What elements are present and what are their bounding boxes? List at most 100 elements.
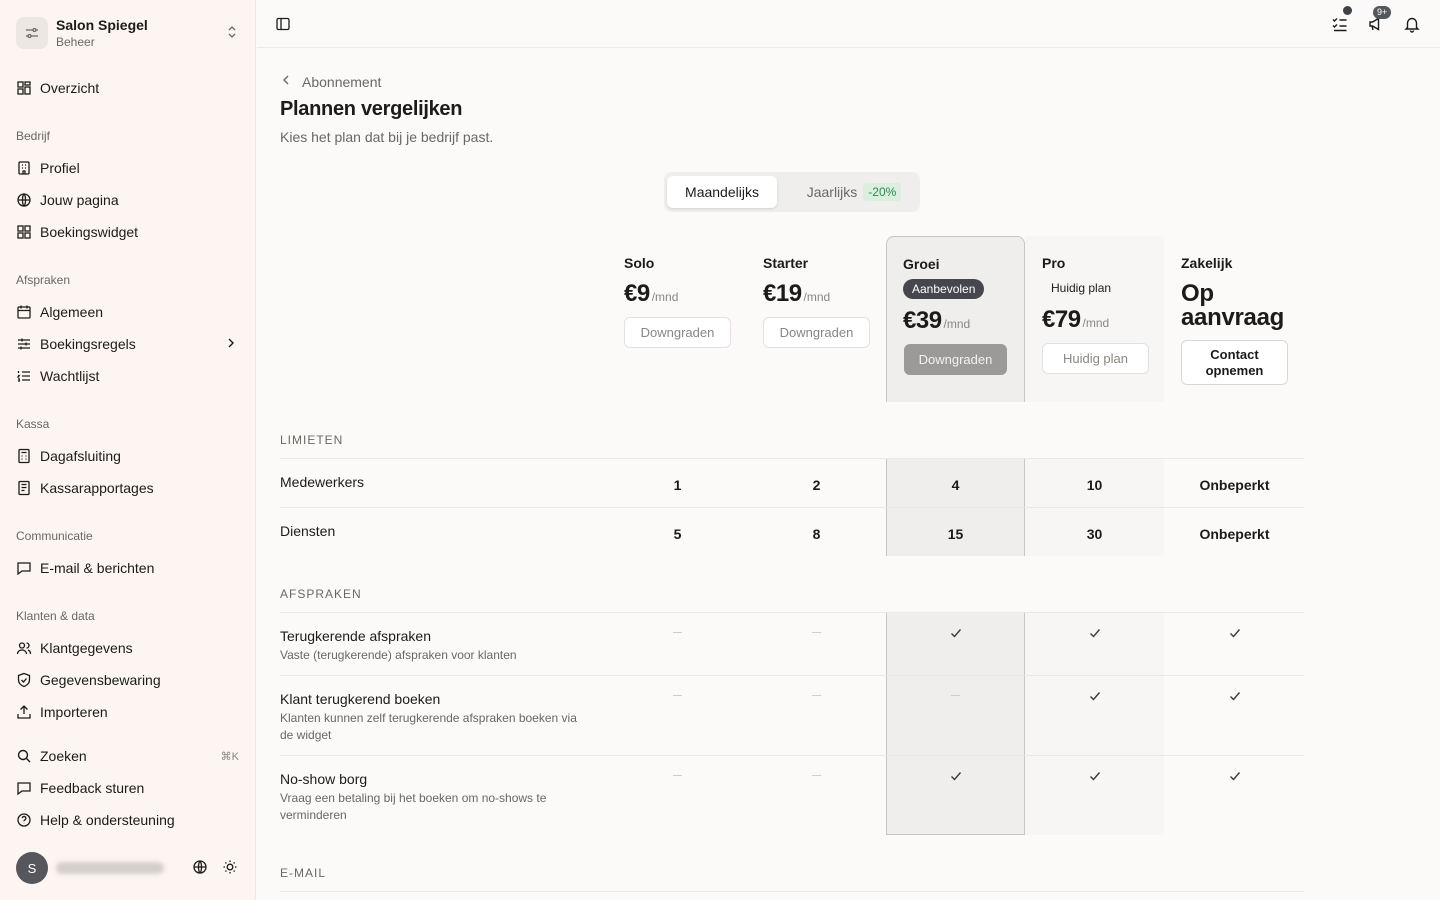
price-period: /mnd — [651, 290, 679, 304]
org-name: Salon Spiegel — [56, 17, 148, 33]
sidebar-item-label: Profiel — [40, 160, 80, 176]
sidebar-item-label: Boekingsregels — [40, 336, 136, 352]
downgrade-button[interactable]: Downgraden — [624, 317, 731, 348]
breadcrumb[interactable]: Abonnement — [280, 73, 381, 90]
current-plan-button[interactable]: Huidig plan — [1042, 343, 1149, 374]
recommended-column-features — [886, 613, 1025, 835]
sidebar-item-label: Feedback sturen — [40, 780, 145, 796]
downgrade-button[interactable]: Downgraden — [904, 344, 1007, 375]
feedback-icon — [16, 780, 32, 796]
org-logo-icon — [16, 17, 48, 49]
users-icon — [16, 640, 32, 656]
feature-label: Diensten — [280, 523, 336, 539]
sidebar-item-help[interactable]: Help & ondersteuning — [16, 807, 244, 833]
divider — [280, 891, 1304, 892]
discount-badge: -20% — [863, 183, 902, 201]
sidebar-item-klantgegevens[interactable]: Klantgegevens — [16, 635, 244, 661]
check-icon — [886, 769, 1025, 783]
limit-value: 10 — [1086, 477, 1103, 493]
topbar: 9+ — [257, 0, 1440, 48]
bell-icon[interactable] — [1402, 14, 1422, 34]
feature-description: Vraag een betaling bij het boeken om no-… — [280, 791, 547, 822]
sidebar-item-wachtlijst[interactable]: Wachtlijst — [16, 363, 244, 389]
recommended-badge: Aanbevolen — [903, 279, 985, 299]
check-icon — [1025, 689, 1164, 703]
price-period: /mnd — [803, 290, 831, 304]
sliders-icon — [16, 336, 32, 352]
sidebar-item-jouw-pagina[interactable]: Jouw pagina — [16, 187, 244, 213]
plan-price: €9/mnd — [624, 280, 678, 308]
downgrade-button[interactable]: Downgraden — [763, 317, 870, 348]
sidebar-item-zoeken[interactable]: Zoeken ⌘K — [16, 743, 244, 769]
user-menu[interactable]: S — [16, 852, 244, 884]
feature-label: Klant terugkerend boeken — [280, 691, 441, 707]
feature-label: No-show borg — [280, 771, 368, 787]
price-value: €39 — [903, 307, 942, 334]
divider — [280, 675, 1304, 676]
section-limits: LIMIETEN — [280, 433, 344, 447]
divider — [280, 507, 1304, 508]
dash-icon — [886, 689, 1025, 696]
limit-value: 30 — [1086, 526, 1103, 542]
price-line: aanvraag — [1181, 304, 1284, 331]
plan-price: €19/mnd — [763, 280, 830, 308]
feature-description: Vaste (terugkerende) afspraken voor klan… — [280, 648, 517, 662]
sidebar-item-kassarapportages[interactable]: Kassarapportages — [16, 475, 244, 501]
shield-check-icon — [16, 672, 32, 688]
plan-name: Pro — [1042, 255, 1066, 271]
upload-icon — [16, 704, 32, 720]
sidebar-item-email[interactable]: E-mail & berichten — [16, 555, 244, 581]
plan-price: €39/mnd — [903, 307, 970, 335]
sidebar-item-label: Wachtlijst — [40, 368, 100, 384]
divider — [280, 755, 1304, 756]
sidebar-item-profiel[interactable]: Profiel — [16, 155, 244, 181]
list-ordered-icon — [16, 368, 32, 384]
contact-button[interactable]: Contact opnemen — [1181, 340, 1288, 385]
language-globe-icon[interactable] — [192, 859, 208, 880]
theme-sun-icon[interactable] — [222, 859, 238, 880]
sidebar-item-label: Overzicht — [40, 80, 100, 96]
billing-monthly-tab[interactable]: Maandelijks — [667, 176, 777, 208]
sidebar-toggle-icon[interactable] — [273, 14, 293, 34]
price-on-request: Op aanvraag — [1181, 282, 1284, 330]
section-appointments: AFSPRAKEN — [280, 587, 362, 601]
plan-name: Zakelijk — [1181, 255, 1233, 271]
check-icon — [1025, 626, 1164, 640]
sidebar-item-gegevensbewaring[interactable]: Gegevensbewaring — [16, 667, 244, 693]
sidebar-item-importeren[interactable]: Importeren — [16, 699, 244, 725]
globe-icon — [16, 192, 32, 208]
dash-icon — [608, 689, 747, 696]
org-switcher[interactable]: Salon Spiegel Beheer — [16, 14, 248, 52]
megaphone-icon[interactable]: 9+ — [1366, 6, 1392, 34]
billing-yearly-tab[interactable]: Jaarlijks -20% — [794, 176, 914, 208]
page-title: Plannen vergelijken — [280, 98, 463, 120]
dash-icon — [608, 769, 747, 776]
search-icon — [16, 748, 32, 764]
plan-price: €79/mnd — [1042, 306, 1109, 334]
widget-grid-icon — [16, 224, 32, 240]
sidebar-item-label: Importeren — [40, 704, 108, 720]
sidebar-item-dagafsluiting[interactable]: Dagafsluiting — [16, 443, 244, 469]
shortcut-hint: ⌘K — [220, 750, 239, 763]
tasks-icon[interactable] — [1330, 6, 1352, 34]
limit-value: 2 — [812, 477, 821, 493]
price-period: /mnd — [943, 317, 971, 331]
price-line: Op — [1181, 280, 1214, 307]
sidebar: Salon Spiegel Beheer Overzicht Bedrijf P… — [0, 0, 256, 900]
sidebar-item-feedback[interactable]: Feedback sturen — [16, 775, 244, 801]
help-circle-icon — [16, 812, 32, 828]
section-klanten: Klanten & data — [16, 609, 95, 623]
sidebar-item-boekingswidget[interactable]: Boekingswidget — [16, 219, 244, 245]
check-icon — [1165, 626, 1304, 640]
message-icon — [16, 560, 32, 576]
chevron-left-icon — [280, 73, 292, 90]
avatar: S — [16, 852, 48, 884]
grid-icon — [16, 80, 32, 96]
org-role: Beheer — [56, 35, 95, 49]
sidebar-item-algemeen[interactable]: Algemeen — [16, 299, 244, 325]
sidebar-item-boekingsregels[interactable]: Boekingsregels — [16, 331, 244, 357]
plan-name: Groei — [903, 256, 940, 272]
sidebar-item-label: Klantgegevens — [40, 640, 133, 656]
check-icon — [1165, 769, 1304, 783]
sidebar-item-overzicht[interactable]: Overzicht — [16, 75, 244, 101]
